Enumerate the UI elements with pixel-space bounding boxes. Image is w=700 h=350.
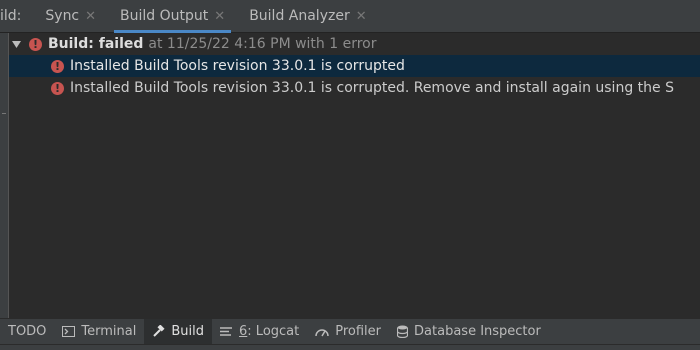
status-bar	[0, 344, 700, 350]
tool-window-bar: TODO Terminal Build 6: Logcat Profiler D…	[0, 318, 700, 345]
error-icon: !	[51, 59, 64, 73]
tab-build-analyzer[interactable]: Build Analyzer ✕	[237, 0, 378, 33]
error-icon: !	[51, 81, 64, 95]
tool-label: TODO	[8, 324, 47, 339]
tool-shortcut-number: 6	[239, 324, 248, 339]
tab-label: Build Analyzer	[249, 8, 350, 24]
close-icon[interactable]: ✕	[85, 9, 96, 24]
close-icon[interactable]: ✕	[356, 9, 367, 24]
logcat-icon	[220, 326, 233, 337]
error-row[interactable]: ! Installed Build Tools revision 33.0.1 …	[9, 77, 700, 99]
build-root-row[interactable]: ! Build: failed at 11/25/22 4:16 PM with…	[9, 33, 700, 55]
error-message: Installed Build Tools revision 33.0.1 is…	[70, 80, 674, 96]
tab-label: Build Output	[120, 8, 209, 24]
build-timestamp: at 11/25/22 4:16 PM with 1 error	[148, 36, 377, 52]
error-icon: !	[29, 37, 42, 51]
build-output-tree: ! Build: failed at 11/25/22 4:16 PM with…	[9, 33, 700, 318]
tool-label: Build	[171, 324, 205, 339]
error-row[interactable]: ! Installed Build Tools revision 33.0.1 …	[9, 55, 700, 77]
tab-build-output[interactable]: Build Output ✕	[108, 0, 237, 33]
gauge-icon	[315, 327, 329, 337]
hammer-icon	[152, 325, 165, 338]
expand-arrow-icon[interactable]	[11, 39, 21, 49]
error-message: Installed Build Tools revision 33.0.1 is…	[70, 58, 405, 74]
tool-terminal[interactable]: Terminal	[54, 319, 144, 345]
tool-window-title: ild:	[0, 8, 22, 24]
gutter-marker	[2, 113, 6, 114]
tab-label: Sync	[45, 8, 80, 24]
tool-build[interactable]: Build	[144, 318, 213, 345]
build-title: Build: failed	[48, 36, 144, 52]
tool-label: Terminal	[81, 324, 137, 339]
close-icon[interactable]: ✕	[214, 9, 225, 24]
tool-label: : Logcat	[247, 324, 300, 339]
build-tab-strip: ild: Sync ✕ Build Output ✕ Build Analyze…	[0, 0, 700, 33]
tool-todo[interactable]: TODO	[0, 319, 54, 345]
terminal-icon	[62, 326, 76, 337]
tool-logcat[interactable]: 6: Logcat	[212, 319, 307, 345]
tool-label: Database Inspector	[414, 324, 541, 339]
tab-sync[interactable]: Sync ✕	[33, 0, 108, 33]
left-gutter	[0, 33, 9, 318]
database-icon	[397, 325, 409, 338]
tool-profiler[interactable]: Profiler	[307, 319, 389, 345]
tool-label: Profiler	[335, 324, 382, 339]
tool-database-inspector[interactable]: Database Inspector	[389, 319, 549, 345]
